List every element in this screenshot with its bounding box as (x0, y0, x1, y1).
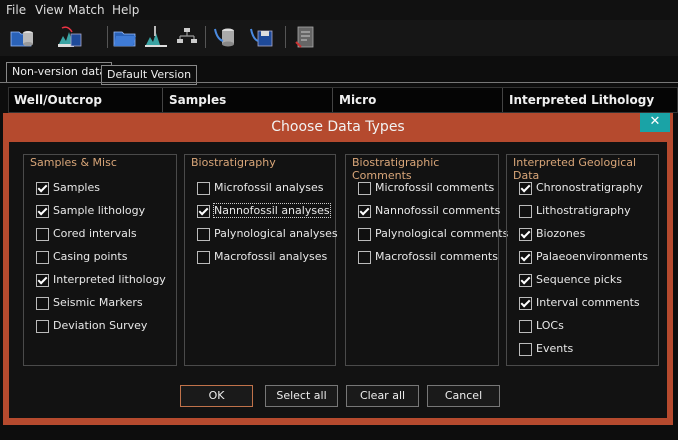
checkbox-label: Deviation Survey (53, 319, 148, 332)
clear-all-button[interactable]: Clear all (346, 385, 419, 407)
column-header-samples[interactable]: Samples (169, 93, 226, 107)
checkbox-box[interactable] (519, 274, 532, 287)
checkbox-label: Biozones (536, 227, 586, 240)
group-samples-misc: Samples & Misc Samples Sample lithology … (23, 154, 177, 366)
checkbox-label: Chronostratigraphy (536, 181, 643, 194)
checkbox-label: LOCs (536, 319, 564, 332)
toolbar-separator (107, 26, 108, 48)
report-icon[interactable] (292, 24, 318, 50)
checkbox-box[interactable] (358, 182, 371, 195)
version-tabs: Non-version data Default Version (0, 58, 678, 85)
checkbox-label: Nannofossil comments (375, 204, 501, 217)
checkbox-label: Macrofossil analyses (214, 250, 328, 263)
import-data-icon[interactable] (56, 24, 82, 50)
column-header-interpreted-lithology[interactable]: Interpreted Lithology (509, 93, 654, 107)
menu-file[interactable]: File (6, 3, 26, 17)
checkbox-label: Casing points (53, 250, 128, 263)
grid-header: Well/Outcrop Samples Micro Interpreted L… (8, 87, 678, 113)
checkbox-label: Nannofossil analyses (213, 203, 331, 218)
checkbox-box[interactable] (197, 182, 210, 195)
checkbox-box[interactable] (358, 228, 371, 241)
checkbox-box[interactable] (519, 182, 532, 195)
group-label: Samples & Misc (28, 156, 119, 169)
cancel-button[interactable]: Cancel (427, 385, 500, 407)
checkbox-box[interactable] (197, 251, 210, 264)
toolbar (0, 20, 678, 56)
dialog-body: Samples & Misc Samples Sample lithology … (9, 142, 667, 418)
checkbox-box[interactable] (197, 205, 210, 218)
checkbox-box[interactable] (519, 320, 532, 333)
menu-match[interactable]: Match (68, 3, 105, 17)
checkbox-label: Macrofossil comments (375, 250, 498, 263)
checkbox-label: Palynological comments (375, 227, 509, 240)
checkbox-box[interactable] (36, 228, 49, 241)
checkbox-box[interactable] (358, 205, 371, 218)
checkbox-label: Interpreted lithology (53, 273, 166, 286)
checkbox-label: Interval comments (536, 296, 640, 309)
checkbox-label: Microfossil comments (375, 181, 495, 194)
group-label: Biostratigraphic Comments (350, 156, 498, 182)
checkbox-label: Samples (53, 181, 100, 194)
checkbox-box[interactable] (358, 251, 371, 264)
group-label: Interpreted Geological Data (511, 156, 658, 182)
group-biostratigraphy: Biostratigraphy Microfossil analyses Nan… (184, 154, 338, 366)
column-divider (332, 88, 333, 112)
checkbox-label: Sample lithology (53, 204, 146, 217)
tab-non-version-data[interactable]: Non-version data (6, 62, 113, 83)
checkbox-box[interactable] (36, 251, 49, 264)
checkbox-box[interactable] (519, 251, 532, 264)
tab-divider (0, 82, 678, 83)
checkbox-box[interactable] (36, 297, 49, 310)
menu-bar: File View Match Help (0, 0, 678, 20)
checkbox-box[interactable] (36, 182, 49, 195)
checkbox-label: Cored intervals (53, 227, 137, 240)
choose-data-types-dialog: Choose Data Types ✕ Samples & Misc Sampl… (3, 113, 673, 425)
close-button[interactable]: ✕ (640, 113, 670, 132)
ok-button[interactable]: OK (180, 385, 253, 407)
checkbox-label: Palaeoenvironments (536, 250, 648, 263)
checkbox-label: Seismic Markers (53, 296, 143, 309)
checkbox-box[interactable] (36, 274, 49, 287)
well-import-icon[interactable] (143, 24, 169, 50)
open-database-icon[interactable] (9, 24, 35, 50)
checkbox-label: Palynological analyses (214, 227, 338, 240)
save-export-icon[interactable] (248, 24, 274, 50)
checkbox-box[interactable] (197, 228, 210, 241)
checkbox-box[interactable] (36, 205, 49, 218)
select-all-button[interactable]: Select all (265, 385, 338, 407)
checkbox-box[interactable] (519, 228, 532, 241)
column-header-micro[interactable]: Micro (339, 93, 376, 107)
column-header-well-outcrop[interactable]: Well/Outcrop (14, 93, 102, 107)
checkbox-box[interactable] (519, 297, 532, 310)
open-folder-icon[interactable] (112, 24, 138, 50)
checkbox-box[interactable] (36, 320, 49, 333)
toolbar-separator (205, 26, 206, 48)
checkbox-box[interactable] (519, 343, 532, 356)
menu-help[interactable]: Help (112, 3, 139, 17)
column-divider (162, 88, 163, 112)
checkbox-label: Events (536, 342, 574, 355)
dialog-title: Choose Data Types (271, 119, 405, 135)
tree-icon[interactable] (174, 24, 200, 50)
checkbox-label: Sequence picks (536, 273, 622, 286)
checkbox-box[interactable] (519, 205, 532, 218)
group-biostratigraphic-comments: Biostratigraphic Comments Microfossil co… (345, 154, 508, 366)
export-database-icon[interactable] (212, 24, 238, 50)
group-label: Biostratigraphy (189, 156, 278, 169)
column-divider (502, 88, 503, 112)
menu-view[interactable]: View (35, 3, 63, 17)
toolbar-separator (285, 26, 286, 48)
checkbox-label: Microfossil analyses (214, 181, 324, 194)
group-interpreted-geological-data: Interpreted Geological Data Chronostrati… (506, 154, 659, 366)
checkbox-label: Lithostratigraphy (536, 204, 631, 217)
